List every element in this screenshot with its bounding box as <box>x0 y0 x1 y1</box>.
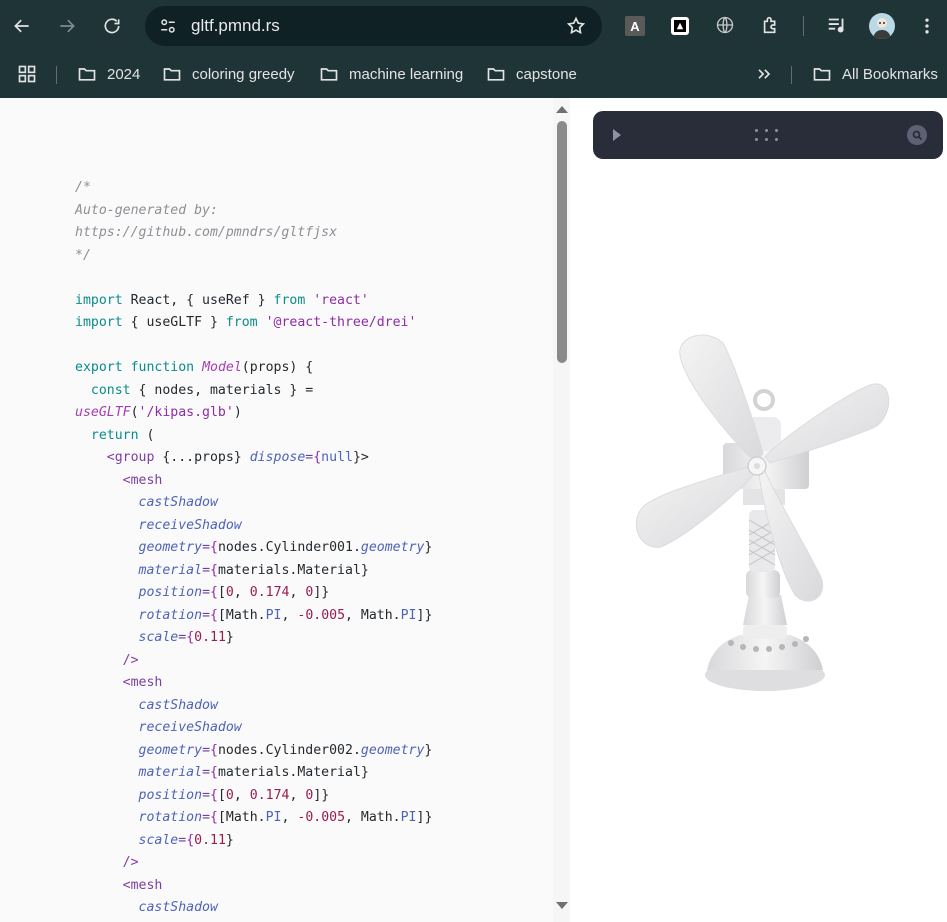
code-line: <group {...props} dispose={null}> <box>106 450 369 465</box>
back-button[interactable] <box>6 10 38 42</box>
code-line: Auto-generated by: <box>75 202 218 218</box>
globe-extension-icon[interactable] <box>714 14 736 36</box>
scroll-down-arrow-icon[interactable] <box>556 902 568 909</box>
extensions-puzzle-icon[interactable] <box>760 14 782 36</box>
code-line: position={[0, 0.174, 0]} <box>138 585 330 600</box>
apps-grid-icon <box>18 65 36 83</box>
bookmark-star-icon[interactable] <box>564 14 588 38</box>
site-settings-icon[interactable] <box>155 13 181 39</box>
scroll-up-arrow-icon[interactable] <box>556 106 568 113</box>
folder-icon <box>813 68 831 81</box>
code-line: https://github.com/pmndrs/gltfjsx <box>75 225 338 240</box>
code-block[interactable]: /* Auto-generated by: https://github.com… <box>75 177 432 920</box>
code-line: const { nodes, materials } = <box>90 382 314 398</box>
code-line: scale={0.11} <box>138 832 234 848</box>
code-line: */ <box>75 247 91 263</box>
folder-icon <box>320 68 338 81</box>
code-line: import React, { useRef } from 'react' <box>75 292 369 308</box>
folder-icon <box>163 68 181 81</box>
code-line: <mesh <box>122 675 163 690</box>
all-bookmarks-button[interactable]: All Bookmarks <box>812 62 938 86</box>
bookmarks-separator <box>56 66 57 84</box>
controls-panel[interactable] <box>593 111 943 159</box>
code-line: <mesh <box>122 472 163 488</box>
code-line: /* <box>75 180 91 195</box>
code-line: castShadow <box>138 495 218 510</box>
code-line: material={materials.Material} <box>138 765 369 780</box>
extension-triangle-icon[interactable] <box>671 17 689 35</box>
arrow-right-icon <box>60 19 75 33</box>
code-line: material={materials.Material} <box>138 562 369 578</box>
code-line: receiveShadow <box>138 517 242 533</box>
arrow-left-icon <box>14 19 29 33</box>
code-line: /> <box>122 652 139 668</box>
code-line: geometry={nodes.Cylinder002.geometry} <box>138 742 433 758</box>
reload-button[interactable] <box>96 10 128 42</box>
browser-toolbar: gltf.pmnd.rs A <box>0 0 947 52</box>
search-icon[interactable] <box>907 125 927 145</box>
more-bookmarks-button[interactable] <box>754 62 784 86</box>
code-line: rotation={[Math.PI, -0.005, Math.PI]} <box>138 810 433 825</box>
browser-menu-button[interactable] <box>911 10 943 42</box>
bookmarks-bar: 2024 coloring greedy machine learning ca… <box>0 52 947 98</box>
code-line: geometry={nodes.Cylinder001.geometry} <box>138 540 433 555</box>
drag-grip-icon[interactable] <box>755 129 781 143</box>
play-icon[interactable] <box>613 129 621 141</box>
folder-icon <box>78 68 96 81</box>
extension-a-icon[interactable]: A <box>625 16 645 36</box>
kebab-menu-icon <box>925 18 929 34</box>
scrollbar-thumb[interactable] <box>557 121 567 363</box>
url-text[interactable]: gltf.pmnd.rs <box>191 16 280 36</box>
code-line: /> <box>122 855 139 870</box>
code-line: castShadow <box>138 900 218 915</box>
code-line: scale={0.11} <box>138 630 234 645</box>
bookmark-folder-capstone[interactable]: capstone <box>486 62 577 86</box>
code-line: position={[0, 0.174, 0]} <box>138 787 330 803</box>
apps-grid-button[interactable] <box>17 62 47 86</box>
code-line: useGLTF('/kipas.glb') <box>75 405 242 420</box>
code-line: import { useGLTF } from '@react-three/dr… <box>75 315 417 330</box>
code-panel: /* Auto-generated by: https://github.com… <box>0 98 570 922</box>
bookmark-folder-2024[interactable]: 2024 <box>77 62 140 86</box>
fan-3d-model[interactable] <box>625 325 895 697</box>
code-line: castShadow <box>138 697 218 713</box>
reload-icon <box>104 18 120 34</box>
bookmark-folder-machine-learning[interactable]: machine learning <box>319 62 463 86</box>
media-controls-icon[interactable] <box>826 14 848 36</box>
code-line: rotation={[Math.PI, -0.005, Math.PI]} <box>138 607 433 623</box>
toolbar-divider <box>803 16 804 36</box>
address-bar[interactable]: gltf.pmnd.rs <box>145 6 602 46</box>
code-line: export function Model(props) { <box>75 360 314 375</box>
double-chevron-right-icon <box>758 69 771 79</box>
bookmarks-separator <box>791 66 792 84</box>
code-line: <mesh <box>122 877 163 893</box>
profile-avatar[interactable] <box>869 13 895 39</box>
forward-button[interactable] <box>51 10 83 42</box>
code-line: return ( <box>90 427 155 443</box>
code-line: receiveShadow <box>138 720 242 735</box>
bookmark-folder-coloring-greedy[interactable]: coloring greedy <box>162 62 295 86</box>
folder-icon <box>487 68 505 81</box>
